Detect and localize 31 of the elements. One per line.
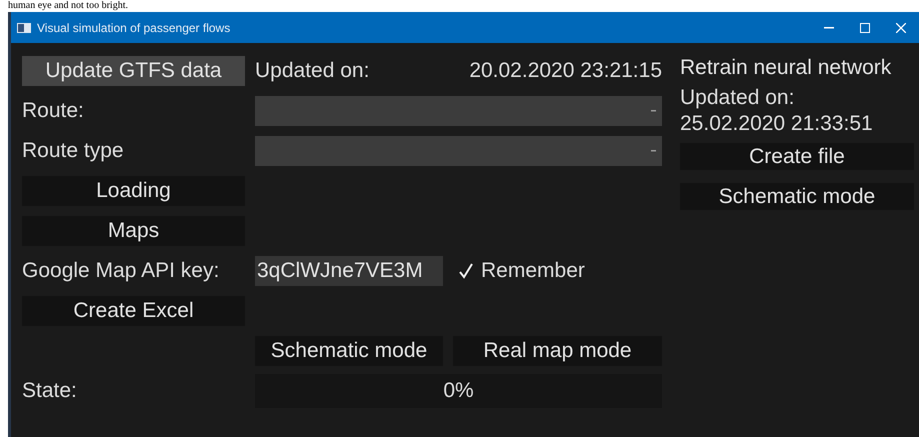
updated-label: Updated on: — [680, 85, 796, 111]
updated-label: Updated on: — [255, 59, 370, 83]
caret-icon — [651, 150, 656, 152]
route-type-dropdown[interactable] — [255, 136, 662, 166]
api-key-field[interactable]: 3qClWJne7VE3M — [255, 256, 443, 286]
minimize-icon — [824, 26, 834, 28]
api-key-label: Google Map API key: — [22, 259, 220, 283]
remember-checkbox[interactable]: Remember — [453, 259, 662, 283]
state-label: State: — [22, 379, 78, 403]
app-icon — [17, 22, 31, 32]
mode-button[interactable]: Schematic mode — [255, 336, 443, 366]
retrain-button[interactable]: Retrain neural network — [680, 51, 914, 85]
updated-date: 20.02.2020 23:21:15 — [469, 59, 662, 83]
route-dropdown[interactable] — [255, 96, 662, 126]
action-button[interactable]: Schematic mode — [680, 183, 914, 210]
caret-icon — [651, 110, 656, 112]
page-text: human eye and not too bright. — [8, 0, 128, 12]
window-title: Visual simulation of passenger flows — [37, 20, 230, 34]
update-gtfs-button[interactable]: Update GTFS data — [22, 56, 245, 86]
check-icon — [459, 263, 473, 279]
menu-button[interactable]: Loading — [22, 176, 245, 206]
updated-date: 25.02.2020 21:33:51 — [680, 111, 874, 137]
menu-button[interactable]: Maps — [22, 216, 245, 246]
route-type-label: Route type — [22, 139, 125, 163]
maximize-icon — [860, 22, 870, 32]
mode-button[interactable]: Real map mode — [453, 336, 662, 366]
create-excel-button[interactable]: Create Excel — [22, 296, 245, 326]
route-label: Route: — [22, 99, 85, 123]
close-icon — [896, 22, 906, 32]
progress-reading: 0% — [443, 379, 474, 403]
action-button[interactable]: Create file — [680, 143, 914, 170]
